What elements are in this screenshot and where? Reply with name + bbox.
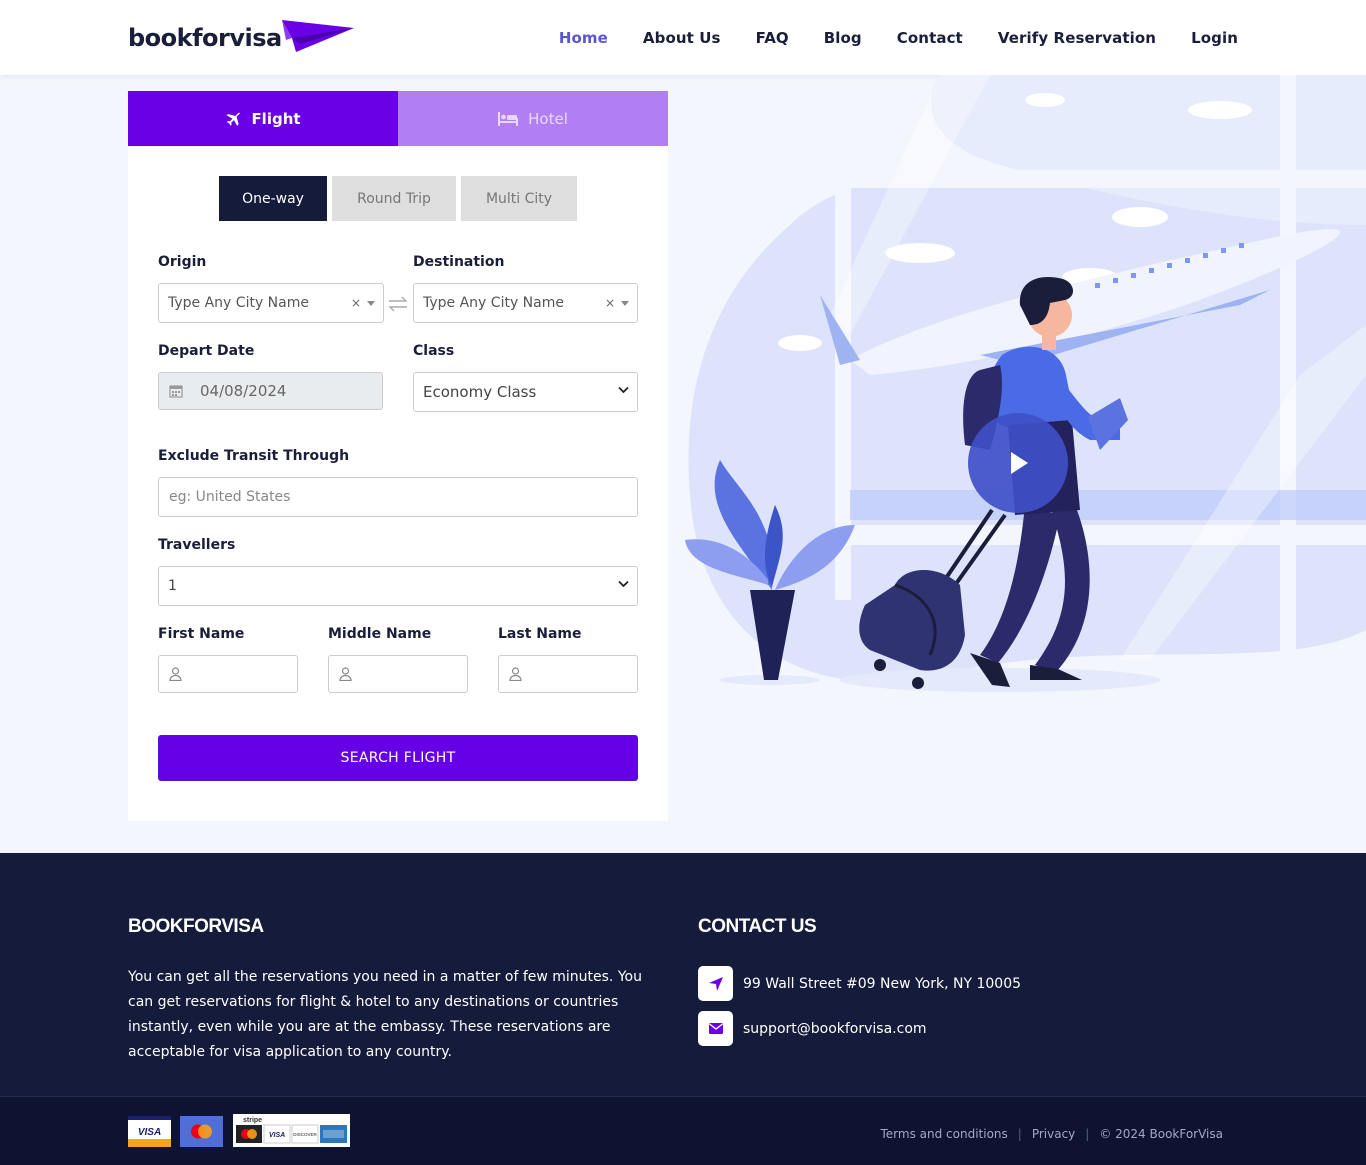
- tab-hotel[interactable]: Hotel: [398, 91, 668, 146]
- exclude-transit-label: Exclude Transit Through: [158, 448, 350, 464]
- mastercard-icon: [180, 1116, 223, 1147]
- window-sill: [840, 525, 1366, 545]
- footer-bottom-bar: VISA stripe VISA DISCOVER Terms and cond…: [0, 1096, 1366, 1165]
- nav-about-us[interactable]: About Us: [643, 29, 721, 47]
- destination-placeholder: Type Any City Name: [423, 295, 564, 311]
- exclude-transit-input[interactable]: eg: United States: [158, 477, 638, 517]
- address-text: 99 Wall Street #09 New York, NY 10005: [743, 975, 1022, 992]
- site-footer: BOOKFORVISA You can get all the reservat…: [0, 853, 1366, 1096]
- search-flight-button[interactable]: SEARCH FLIGHT: [158, 735, 638, 781]
- travellers-value: 1: [168, 578, 177, 594]
- stripe-payments-icon: stripe VISA DISCOVER: [233, 1114, 350, 1147]
- tab-hotel-label: Hotel: [528, 109, 568, 128]
- class-select[interactable]: Economy Class: [413, 372, 638, 412]
- depart-date-value: 04/08/2024: [200, 382, 287, 400]
- visa-card-icon: VISA: [128, 1116, 171, 1147]
- stripe-label: stripe: [243, 1117, 262, 1124]
- destination-label: Destination: [413, 254, 505, 270]
- separator: |: [1017, 1127, 1022, 1141]
- nav-blog[interactable]: Blog: [824, 29, 862, 47]
- visa-card-label: VISA: [138, 1127, 161, 1138]
- middle-name-label: Middle Name: [328, 626, 432, 642]
- copyright: © 2024 BookForVisa: [1099, 1127, 1223, 1141]
- last-name-input[interactable]: [498, 655, 638, 693]
- play-video-button[interactable]: [968, 413, 1068, 513]
- tab-flight-label: Flight: [251, 109, 301, 128]
- class-value: Economy Class: [423, 383, 537, 401]
- email-text: support@bookforvisa.com: [743, 1020, 927, 1037]
- clear-icon[interactable]: ×: [605, 296, 615, 310]
- contact-email[interactable]: support@bookforvisa.com: [698, 1011, 927, 1046]
- footer-about-text: You can get all the reservations you nee…: [128, 969, 642, 1060]
- footer-contact-title: CONTACT US: [698, 916, 817, 937]
- tab-multi-city[interactable]: Multi City: [461, 176, 577, 221]
- swap-icon[interactable]: [386, 294, 410, 314]
- ground-strip: [850, 490, 1366, 520]
- separator: |: [1085, 1127, 1090, 1141]
- chevron-down-icon: [618, 580, 629, 588]
- calendar-icon: [169, 385, 183, 398]
- first-name-label: First Name: [158, 626, 245, 642]
- stripe-discover-label: DISCOVER: [293, 1132, 317, 1137]
- travellers-select[interactable]: 1: [158, 566, 638, 606]
- search-form-card: Flight Hotel One-way Round Trip Multi Ci…: [128, 91, 668, 821]
- bed-icon: [498, 111, 519, 126]
- last-name-label: Last Name: [498, 626, 582, 642]
- exclude-transit-placeholder: eg: United States: [169, 489, 291, 505]
- trip-type-tabs: One-way Round Trip Multi City: [219, 176, 582, 221]
- contact-address: 99 Wall Street #09 New York, NY 10005: [698, 966, 1021, 1001]
- first-name-input[interactable]: [158, 655, 298, 693]
- window-frame-right: [1280, 75, 1296, 660]
- depart-date-input[interactable]: 04/08/2024: [158, 372, 383, 410]
- user-icon: [339, 667, 352, 681]
- nav-contact[interactable]: Contact: [897, 29, 963, 47]
- logo-text: bookforvisa: [128, 24, 282, 52]
- airplane-icon: [225, 111, 241, 127]
- caret-down-icon: [367, 300, 375, 306]
- nav-login[interactable]: Login: [1191, 29, 1238, 47]
- user-icon: [509, 667, 522, 681]
- envelope-icon: [698, 1011, 733, 1046]
- chevron-down-icon: [618, 386, 629, 394]
- tab-flight[interactable]: Flight: [128, 91, 398, 146]
- site-header: bookforvisa Home About Us FAQ Blog Conta…: [0, 0, 1366, 75]
- travellers-label: Travellers: [158, 537, 236, 553]
- travel-illustration: [685, 75, 1366, 692]
- stripe-visa-label: VISA: [269, 1132, 285, 1139]
- origin-label: Origin: [158, 254, 207, 270]
- class-label: Class: [413, 343, 455, 359]
- privacy-link[interactable]: Privacy: [1032, 1127, 1075, 1141]
- destination-select[interactable]: Type Any City Name ×: [413, 283, 638, 323]
- main-nav: Home About Us FAQ Blog Contact Verify Re…: [524, 0, 1238, 75]
- origin-placeholder: Type Any City Name: [168, 295, 309, 311]
- location-arrow-icon: [698, 966, 733, 1001]
- depart-date-label: Depart Date: [158, 343, 255, 359]
- middle-name-input[interactable]: [328, 655, 468, 693]
- user-icon: [169, 667, 182, 681]
- terms-link[interactable]: Terms and conditions: [881, 1127, 1008, 1141]
- nav-home[interactable]: Home: [559, 29, 608, 47]
- nav-verify-reservation[interactable]: Verify Reservation: [998, 29, 1156, 47]
- tab-one-way[interactable]: One-way: [219, 176, 327, 221]
- caret-down-icon: [621, 300, 629, 306]
- paper-plane-logo-icon: [281, 20, 354, 52]
- mode-tabs: Flight Hotel: [128, 91, 668, 146]
- logo[interactable]: bookforvisa: [128, 20, 356, 56]
- tab-round-trip[interactable]: Round Trip: [332, 176, 456, 221]
- origin-select[interactable]: Type Any City Name ×: [158, 283, 384, 323]
- footer-about-title: BOOKFORVISA: [128, 916, 264, 937]
- nav-faq[interactable]: FAQ: [756, 29, 789, 47]
- clear-icon[interactable]: ×: [351, 296, 361, 310]
- footer-links: Terms and conditions | Privacy | © 2024 …: [881, 1127, 1224, 1141]
